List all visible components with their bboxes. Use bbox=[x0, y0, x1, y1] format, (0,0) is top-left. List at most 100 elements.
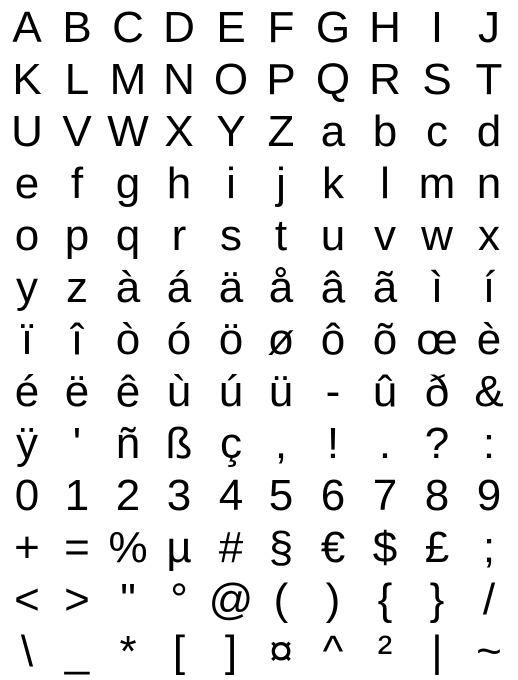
glyph-cell: < bbox=[14, 575, 40, 624]
glyph-cell: è bbox=[476, 315, 502, 364]
glyph-cell: å bbox=[268, 263, 294, 312]
glyph-cell: k bbox=[322, 159, 344, 208]
glyph-row: < > " ° @ () {} / bbox=[0, 572, 518, 628]
glyph-cell: £ bbox=[424, 523, 450, 572]
glyph-cell: O bbox=[213, 55, 249, 104]
glyph-cell: n bbox=[476, 159, 502, 208]
glyph-cell: 0 bbox=[14, 471, 40, 520]
glyph-cell: w bbox=[421, 211, 453, 260]
glyph-cell: õ bbox=[372, 315, 398, 364]
glyph-cell: p bbox=[64, 211, 90, 260]
glyph-cell: ë bbox=[64, 367, 90, 416]
glyph-cell: b bbox=[372, 107, 398, 156]
glyph-cell: ì bbox=[430, 263, 444, 312]
glyph-cell: é bbox=[14, 367, 40, 416]
glyph-cell: I bbox=[430, 3, 444, 52]
glyph-row: 0123456789 bbox=[0, 468, 518, 524]
glyph-row: é ë ê ù ú ü - û ð & bbox=[0, 364, 518, 420]
glyph-cell: 2 bbox=[115, 471, 141, 520]
glyph-cell: c bbox=[426, 107, 448, 156]
glyph-cell: i bbox=[226, 159, 236, 208]
glyph-cell: B bbox=[62, 3, 92, 52]
glyph-cell: x bbox=[478, 211, 500, 260]
glyph-cell: ! bbox=[326, 419, 340, 468]
glyph-cell: f bbox=[70, 159, 84, 208]
glyph-cell: ; bbox=[482, 523, 496, 572]
glyph-cell: D bbox=[163, 3, 195, 52]
glyph-cell: 3 bbox=[166, 471, 192, 520]
glyph-cell: P bbox=[266, 55, 296, 104]
glyph-cell: A bbox=[12, 3, 42, 52]
glyph-cell: ² bbox=[377, 627, 393, 676]
glyph-cell: í bbox=[482, 263, 496, 312]
glyph-cell: 8 bbox=[424, 471, 450, 520]
glyph-cell: ? bbox=[424, 419, 450, 468]
glyph-cell: G bbox=[315, 3, 351, 52]
glyph-cell: ' bbox=[72, 419, 82, 468]
glyph-cell: u bbox=[320, 211, 346, 260]
glyph-cell: ò bbox=[115, 315, 141, 364]
glyph-cell: \ bbox=[20, 627, 34, 676]
glyph-cell: l bbox=[380, 159, 390, 208]
glyph-cell: r bbox=[171, 211, 187, 260]
glyph-cell: œ bbox=[416, 315, 458, 364]
glyph-cell: X bbox=[164, 107, 194, 156]
glyph-cell: , bbox=[274, 419, 288, 468]
glyph-cell: ø bbox=[267, 315, 295, 364]
glyph-cell: ñ bbox=[115, 419, 141, 468]
glyph-cell: J bbox=[478, 3, 500, 52]
glyph-cell: § bbox=[268, 523, 294, 572]
glyph-cell: e bbox=[14, 159, 40, 208]
glyph-cell: U bbox=[11, 107, 43, 156]
glyph-cell: | bbox=[431, 627, 443, 676]
glyph-cell: R bbox=[369, 55, 401, 104]
glyph-cell: d bbox=[476, 107, 502, 156]
glyph-cell: ê bbox=[115, 367, 141, 416]
glyph-cell: 6 bbox=[320, 471, 346, 520]
glyph-cell: à bbox=[115, 263, 141, 312]
glyph-cell: µ bbox=[166, 523, 192, 572]
glyph-cell: = bbox=[64, 523, 90, 572]
glyph-cell: ó bbox=[166, 315, 192, 364]
glyph-cell: q bbox=[115, 211, 141, 260]
glyph-cell: a bbox=[320, 107, 346, 156]
glyph-cell: H bbox=[369, 3, 401, 52]
glyph-row: ïîòóöøôõœè bbox=[0, 312, 518, 368]
glyph-cell: Y bbox=[216, 107, 246, 156]
glyph-cell: m bbox=[418, 159, 456, 208]
glyph-cell: # bbox=[218, 523, 244, 572]
glyph-cell: û bbox=[372, 367, 398, 416]
glyph-cell: " bbox=[120, 575, 136, 624]
glyph-row: KLMNOPQRST bbox=[0, 52, 518, 108]
glyph-cell: ç bbox=[220, 419, 242, 468]
glyph-cell: € bbox=[320, 523, 346, 572]
glyph-cell: ù bbox=[166, 367, 192, 416]
glyph-cell: î bbox=[70, 315, 84, 364]
glyph-row: ABCDEFGHIJ bbox=[0, 0, 518, 56]
glyph-cell: 5 bbox=[268, 471, 294, 520]
glyph-row: yzàáäåâãìí bbox=[0, 260, 518, 316]
glyph-grid: ABCDEFGHIJKLMNOPQRSTUVWXYZabcdefghijklmn… bbox=[0, 0, 518, 674]
glyph-cell: S bbox=[422, 55, 452, 104]
glyph-cell: & bbox=[474, 367, 504, 416]
glyph-cell: - bbox=[325, 367, 341, 416]
glyph-cell: . bbox=[378, 419, 392, 468]
glyph-cell: M bbox=[109, 55, 147, 104]
glyph-cell: ï bbox=[20, 315, 34, 364]
glyph-cell: K bbox=[12, 55, 42, 104]
glyph-cell: z bbox=[66, 263, 88, 312]
glyph-cell: : bbox=[482, 419, 496, 468]
glyph-cell: g bbox=[115, 159, 141, 208]
glyph-cell: s bbox=[220, 211, 242, 260]
glyph-cell: ã bbox=[372, 263, 398, 312]
glyph-cell: 9 bbox=[476, 471, 502, 520]
glyph-cell: $ bbox=[372, 523, 398, 572]
glyph-cell: 7 bbox=[372, 471, 398, 520]
glyph-cell: ¤ bbox=[268, 627, 294, 676]
glyph-row: \ _ * [] ¤ ^ ² | ~ bbox=[0, 624, 518, 680]
glyph-cell: L bbox=[64, 55, 90, 104]
glyph-cell: ä bbox=[218, 263, 244, 312]
glyph-cell: F bbox=[267, 3, 295, 52]
glyph-cell: ° bbox=[170, 575, 188, 624]
glyph-cell: á bbox=[166, 263, 192, 312]
